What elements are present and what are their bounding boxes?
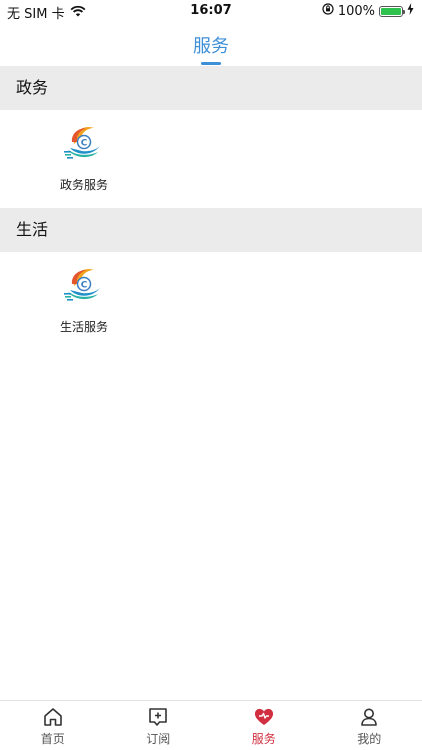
heart-icon bbox=[211, 706, 317, 728]
page-title: 服务 bbox=[193, 36, 229, 57]
battery-fill bbox=[381, 7, 401, 15]
service-label-gov: 政务服务 bbox=[59, 178, 108, 192]
tab-home-label: 首页 bbox=[40, 732, 65, 746]
battery-icon bbox=[379, 5, 405, 17]
tab-bar: 首页 订阅 服务 我的 bbox=[0, 700, 422, 750]
service-item-gov[interactable]: C 政务服务 bbox=[34, 120, 134, 193]
tab-mine-label: 我的 bbox=[357, 732, 382, 746]
orientation-lock-icon bbox=[322, 3, 334, 19]
charging-icon bbox=[407, 3, 414, 19]
subscribe-icon bbox=[106, 706, 212, 728]
svg-text:C: C bbox=[81, 139, 88, 149]
section-header-gov: 政务 bbox=[0, 66, 422, 110]
battery-percent: 100% bbox=[337, 3, 375, 19]
section-header-life: 生活 bbox=[0, 208, 422, 252]
tab-service-label: 服务 bbox=[251, 732, 276, 746]
service-logo-icon: C bbox=[62, 262, 106, 306]
service-label-life: 生活服务 bbox=[59, 320, 108, 334]
title-indicator bbox=[201, 62, 221, 65]
tab-subscribe[interactable]: 订阅 bbox=[106, 701, 212, 750]
tab-subscribe-label: 订阅 bbox=[146, 732, 171, 746]
status-right: 100% bbox=[322, 3, 414, 19]
tab-home[interactable]: 首页 bbox=[0, 701, 106, 750]
status-bar: 无 SIM 卡 16:07 100% bbox=[0, 0, 422, 22]
svg-text:C: C bbox=[81, 281, 88, 291]
home-icon bbox=[0, 706, 106, 728]
tab-service[interactable]: 服务 bbox=[211, 701, 317, 750]
user-icon bbox=[317, 706, 422, 728]
service-logo-icon: C bbox=[62, 120, 106, 164]
tab-mine[interactable]: 我的 bbox=[317, 701, 422, 750]
nav-header: 服务 bbox=[0, 22, 422, 66]
service-item-life[interactable]: C 生活服务 bbox=[34, 262, 134, 335]
battery-cap bbox=[403, 9, 405, 14]
